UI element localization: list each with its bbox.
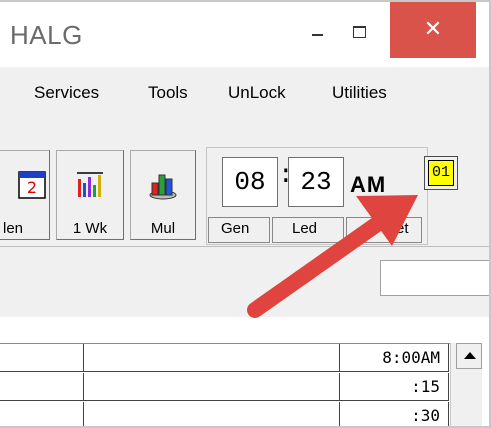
scroll-up-arrow-icon[interactable] (456, 343, 482, 369)
time-cell: :30 (340, 402, 449, 426)
table-cell[interactable] (0, 402, 84, 426)
search-input[interactable] (380, 260, 489, 296)
close-button[interactable]: ✕ (390, 2, 476, 58)
table-cell[interactable] (0, 344, 84, 372)
close-icon: ✕ (423, 16, 443, 41)
time-cell: :15 (340, 373, 449, 401)
table-row[interactable]: :30 (0, 402, 449, 426)
time-cell: 8:00AM (340, 344, 449, 372)
toolbar-label-mul: Mul (150, 220, 176, 237)
gen-label: Gen (221, 220, 250, 237)
clock-minute-field[interactable]: 23 (288, 157, 344, 207)
title-bar: HALG ✕ (0, 2, 489, 67)
set-label: et (396, 220, 409, 237)
clock-ampm[interactable]: AM (350, 172, 386, 198)
toolbar-button-len[interactable]: 2 len (0, 150, 50, 240)
menu-unlock[interactable]: UnLock (228, 83, 286, 103)
window-title: HALG (10, 20, 83, 50)
menu-services[interactable]: Services (34, 83, 99, 103)
menu-utilities[interactable]: Utilities (332, 83, 387, 103)
table-row[interactable]: 8:00AM (0, 344, 449, 372)
set-button[interactable] (346, 217, 422, 243)
table-cell[interactable] (84, 344, 340, 372)
table-cell[interactable] (84, 373, 340, 401)
table-row[interactable]: :15 (0, 373, 449, 401)
clock-hour-field[interactable]: 08 (222, 157, 278, 207)
toolbar-button-mul[interactable]: Mul (130, 150, 196, 240)
schedule-grid: 8:00AM :15 :30 (0, 343, 456, 426)
led-label: Led (292, 220, 318, 237)
toolbar-label-len: len (3, 220, 24, 237)
menu-bar: Services Tools UnLock Utilities (0, 67, 489, 117)
indicator-value: 01 (428, 160, 454, 186)
multi-chart-icon (149, 174, 177, 200)
toolbar-label-1wk: 1 Wk (72, 220, 108, 237)
toolbar-button-1wk[interactable]: 1 Wk (56, 150, 124, 240)
minimize-button[interactable] (298, 16, 336, 50)
week-bar-chart-icon (77, 172, 103, 197)
calendar-day-icon: 2 (18, 171, 46, 199)
table-cell[interactable] (84, 402, 340, 426)
app-window: HALG ✕ Services Tools UnLock Utilities 2… (0, 0, 491, 428)
maximize-button[interactable] (340, 16, 378, 50)
table-cell[interactable] (0, 373, 84, 401)
toolbar-divider (0, 246, 489, 247)
indicator-button[interactable]: 01 (424, 156, 458, 190)
svg-text:2: 2 (27, 178, 37, 197)
menu-tools[interactable]: Tools (148, 83, 188, 103)
